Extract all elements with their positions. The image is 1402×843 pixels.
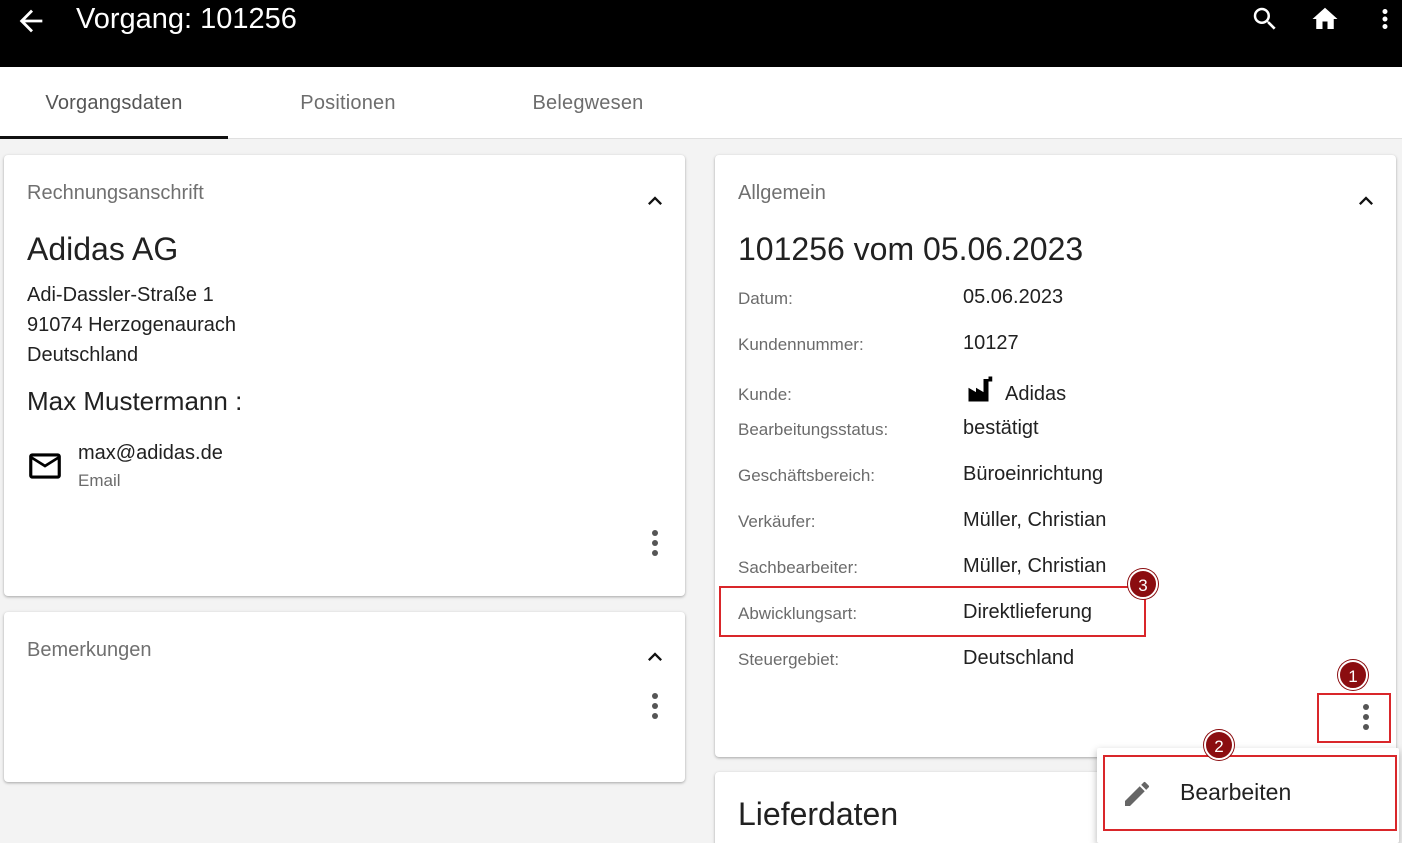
card-title: Rechnungsanschrift [27,182,204,204]
email-address[interactable]: max@adidas.de [78,442,223,465]
field-value: Büroeinrichtung [963,463,1104,485]
field-label: Sachbearbeiter: [738,558,859,577]
mail-icon [29,453,61,479]
highlight-bearbeiten [1103,755,1397,831]
tab-vorgangsdaten[interactable]: Vorgangsdaten [0,67,228,139]
card-title: Lieferdaten [738,796,899,832]
field-label: Steuergebiet: [738,650,840,669]
step-badge-1: 1 [1338,660,1368,690]
step-badge-2: 2 [1204,730,1234,760]
country: Deutschland [27,344,139,366]
rechnungsanschrift-card: Rechnungsanschrift Adidas AG Adi-Dassler… [4,155,685,596]
field-value: Müller, Christian [963,509,1107,531]
highlight-abwicklungsart [719,586,1146,637]
app-bar: Vorgang: 101256 [0,0,1402,67]
more-vert-icon[interactable] [643,526,667,560]
chevron-up-icon[interactable] [641,187,669,215]
contact-name: Max Mustermann : [27,386,243,416]
tab-positionen[interactable]: Positionen [234,67,462,139]
field-value: Müller, Christian [963,555,1107,577]
vorgang-heading: 101256 vom 05.06.2023 [738,231,1084,267]
step-badge-3: 3 [1128,569,1158,599]
tab-belegwesen[interactable]: Belegwesen [474,67,702,139]
arrow-left-icon[interactable] [14,4,48,38]
field-label: Datum: [738,289,793,308]
search-icon[interactable] [1250,4,1280,34]
field-value: bestätigt [963,417,1039,439]
allgemein-card: Allgemein 101256 vom 05.06.2023 Datum: 0… [715,155,1396,757]
card-title: Bemerkungen [27,639,152,661]
more-vert-icon[interactable] [1370,4,1400,34]
home-icon[interactable] [1310,4,1340,34]
city: 91074 Herzogenaurach [27,314,237,336]
field-label: Kundennummer: [738,335,864,354]
company-name: Adidas AG [27,231,179,267]
field-label: Kunde: [738,385,792,404]
email-label: Email [78,471,121,490]
chevron-up-icon[interactable] [641,643,669,671]
customer-link[interactable]: Adidas [1005,383,1066,406]
card-title: Allgemein [738,182,826,204]
bemerkungen-card: Bemerkungen [4,612,685,782]
field-value: 05.06.2023 [963,286,1064,308]
field-label: Geschäftsbereich: [738,466,876,485]
page-title: Vorgang: 101256 [76,3,297,35]
street: Adi-Dassler-Straße 1 [27,284,214,306]
chevron-up-icon[interactable] [1352,187,1380,215]
field-label: Verkäufer: [738,512,816,531]
tab-bar: Vorgangsdaten Positionen Belegwesen [0,67,1402,139]
more-vert-icon[interactable] [643,689,667,723]
field-value: Deutschland [963,647,1075,669]
factory-icon [968,376,993,402]
field-value: 10127 [963,332,1019,354]
field-label: Bearbeitungsstatus: [738,420,889,439]
highlight-more-button [1317,693,1391,743]
